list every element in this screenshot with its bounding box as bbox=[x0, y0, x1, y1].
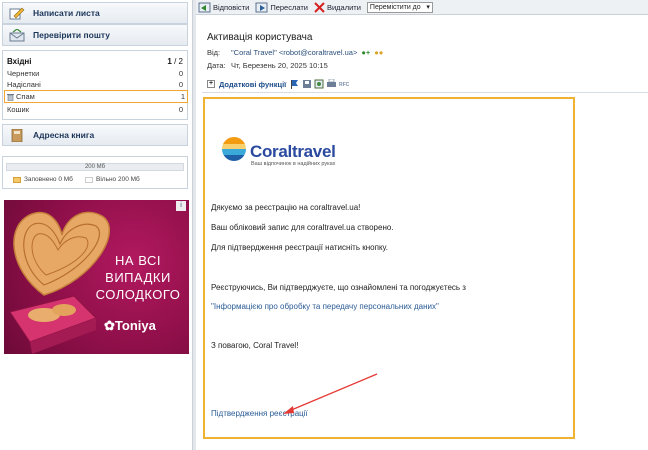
folder-spam[interactable]: Спам 1 bbox=[4, 90, 188, 103]
address-book-label: Адресна книга bbox=[33, 130, 95, 140]
folder-spam-count: 1 bbox=[180, 92, 185, 101]
header-separator bbox=[202, 92, 648, 93]
reply-button[interactable]: Відповісти bbox=[198, 2, 249, 13]
message-toolbar: Відповісти Переслати Видалити Перемістит… bbox=[196, 0, 648, 15]
chevron-down-icon: ▾ bbox=[426, 4, 430, 11]
ad-brand-flower-icon: ✿ bbox=[104, 318, 115, 333]
address-book-icon bbox=[11, 129, 23, 142]
quota-bar: 200 Мб bbox=[6, 163, 184, 171]
check-mail-button[interactable]: Перевірити пошту bbox=[2, 24, 188, 46]
delete-button[interactable]: Видалити bbox=[314, 1, 361, 13]
folder-trash-label: Кошик bbox=[7, 105, 30, 114]
date-value: Чт, Березень 20, 2025 10:15 bbox=[231, 61, 328, 70]
quota-used: Заповнено 0 Мб bbox=[13, 176, 73, 183]
folder-sent-label: Надіслані bbox=[7, 80, 41, 89]
extra-functions-bar: + Додаткові функції RFC bbox=[207, 79, 350, 89]
move-to-select-value: Перемістити до bbox=[369, 3, 421, 11]
folder-spam-label: Спам bbox=[16, 92, 35, 101]
message-actions-icons: RFC bbox=[291, 79, 350, 89]
body-line-consent: Реєструючись, Ви підтверджуєте, що ознай… bbox=[211, 283, 466, 292]
body-signature: З повагою, Coral Travel! bbox=[211, 341, 299, 350]
left-panel: Написати листа Перевірити пошту Вхідні 1… bbox=[0, 0, 192, 450]
annotation-arrow bbox=[283, 373, 378, 414]
check-mail-label: Перевірити пошту bbox=[33, 30, 111, 40]
forward-icon bbox=[255, 2, 268, 12]
print-preview-icon bbox=[314, 79, 324, 89]
flag-icon bbox=[291, 80, 299, 89]
svg-text:RFC: RFC bbox=[339, 82, 350, 88]
delete-icon bbox=[314, 1, 325, 13]
forward-button[interactable]: Переслати bbox=[255, 2, 308, 13]
quota-panel: 200 Мб Заповнено 0 Мб Вільно 200 Мб bbox=[2, 156, 188, 189]
check-mail-icon bbox=[9, 29, 25, 42]
plus-icon[interactable]: + bbox=[207, 80, 215, 88]
folder-list: Вхідні 1 / 2 Чернетки 0 Надіслані 0 Спам… bbox=[2, 50, 188, 120]
forward-label: Переслати bbox=[270, 2, 308, 12]
save-icon bbox=[303, 80, 312, 88]
coraltravel-logo: Coraltravel Ваш відпочинок в надійних ру… bbox=[221, 136, 336, 167]
ad-slogan-line1: НА ВСІ bbox=[115, 253, 161, 268]
quota-used-swatch bbox=[13, 176, 21, 183]
add-contact-icon[interactable]: ●+ bbox=[361, 48, 370, 57]
quota-free-label: Вільно 200 Мб bbox=[96, 176, 140, 183]
folder-drafts-count: 0 bbox=[178, 69, 183, 78]
quota-free-swatch bbox=[85, 176, 93, 183]
delete-label: Видалити bbox=[326, 2, 361, 12]
date-label: Дата: bbox=[207, 61, 226, 70]
ad-brand-label: Toniya bbox=[114, 318, 156, 333]
ad-brand: ✿Toniya bbox=[104, 318, 156, 334]
folder-trash-count: 0 bbox=[178, 105, 183, 114]
body-line-thanks: Дякуємо за реєстрацію на coraltravel.ua! bbox=[211, 203, 361, 212]
quota-free: Вільно 200 Мб bbox=[85, 176, 140, 183]
from-value[interactable]: "Coral Travel" <robot@coraltravel.ua> bbox=[231, 48, 357, 57]
body-line-account: Ваш обліковий запис для coraltravel.ua с… bbox=[211, 223, 394, 232]
body-line-confirm: Для підтвердження реєстрації натисніть к… bbox=[211, 243, 388, 252]
reply-label: Відповісти bbox=[213, 2, 250, 12]
ad-slogan-line2: ВИПАДКИ bbox=[105, 270, 171, 285]
from-label: Від: bbox=[207, 48, 221, 57]
reply-icon bbox=[198, 2, 211, 12]
folder-inbox-label: Вхідні bbox=[7, 57, 32, 66]
compose-icon bbox=[9, 7, 25, 20]
ad-banner[interactable]: i НА ВСІ ВИПАДКИ СОЛОДКОГО ✿Toniya bbox=[4, 200, 189, 354]
source-icon: RFC bbox=[339, 82, 350, 88]
extra-functions-link[interactable]: Додаткові функції bbox=[219, 80, 286, 89]
message-from-row: Від: "Coral Travel" <robot@coraltravel.u… bbox=[207, 48, 383, 57]
trash-icon bbox=[7, 93, 14, 101]
ad-slogan: НА ВСІ ВИПАДКИ СОЛОДКОГО bbox=[88, 252, 188, 303]
privacy-policy-link[interactable]: "Інформацією про обробку та передачу пер… bbox=[211, 302, 439, 311]
quota-used-label: Заповнено 0 Мб bbox=[24, 176, 73, 183]
message-body: Coraltravel Ваш відпочинок в надійних ру… bbox=[203, 97, 575, 439]
message-date-row: Дата: Чт, Березень 20, 2025 10:15 bbox=[207, 61, 328, 70]
folder-inbox-count: 1 / 2 bbox=[167, 57, 183, 66]
folder-sent-count: 0 bbox=[178, 80, 183, 89]
address-book-button[interactable]: Адресна книга bbox=[2, 124, 188, 146]
panel-divider[interactable] bbox=[192, 0, 196, 450]
print-icon bbox=[327, 79, 337, 87]
compose-label: Написати листа bbox=[33, 8, 100, 18]
coraltravel-logo-name: Coraltravel bbox=[250, 142, 336, 161]
contacts-icon[interactable]: ●● bbox=[374, 48, 383, 57]
ad-slogan-line3: СОЛОДКОГО bbox=[95, 287, 181, 302]
coraltravel-logo-tagline: Ваш відпочинок в надійних руках bbox=[251, 161, 336, 167]
folder-drafts-label: Чернетки bbox=[7, 69, 40, 78]
compose-button[interactable]: Написати листа bbox=[2, 2, 188, 24]
ad-info-icon[interactable]: i bbox=[176, 201, 186, 211]
folder-sent[interactable]: Надіслані 0 bbox=[5, 79, 185, 90]
message-subject: Активація користувача bbox=[207, 32, 313, 43]
coraltravel-logo-icon bbox=[222, 137, 246, 161]
folder-drafts[interactable]: Чернетки 0 bbox=[5, 68, 185, 79]
move-to-select[interactable]: Перемістити до ▾ bbox=[366, 1, 433, 13]
folder-trash[interactable]: Кошик 0 bbox=[5, 104, 185, 115]
folder-inbox[interactable]: Вхідні 1 / 2 bbox=[5, 56, 185, 67]
